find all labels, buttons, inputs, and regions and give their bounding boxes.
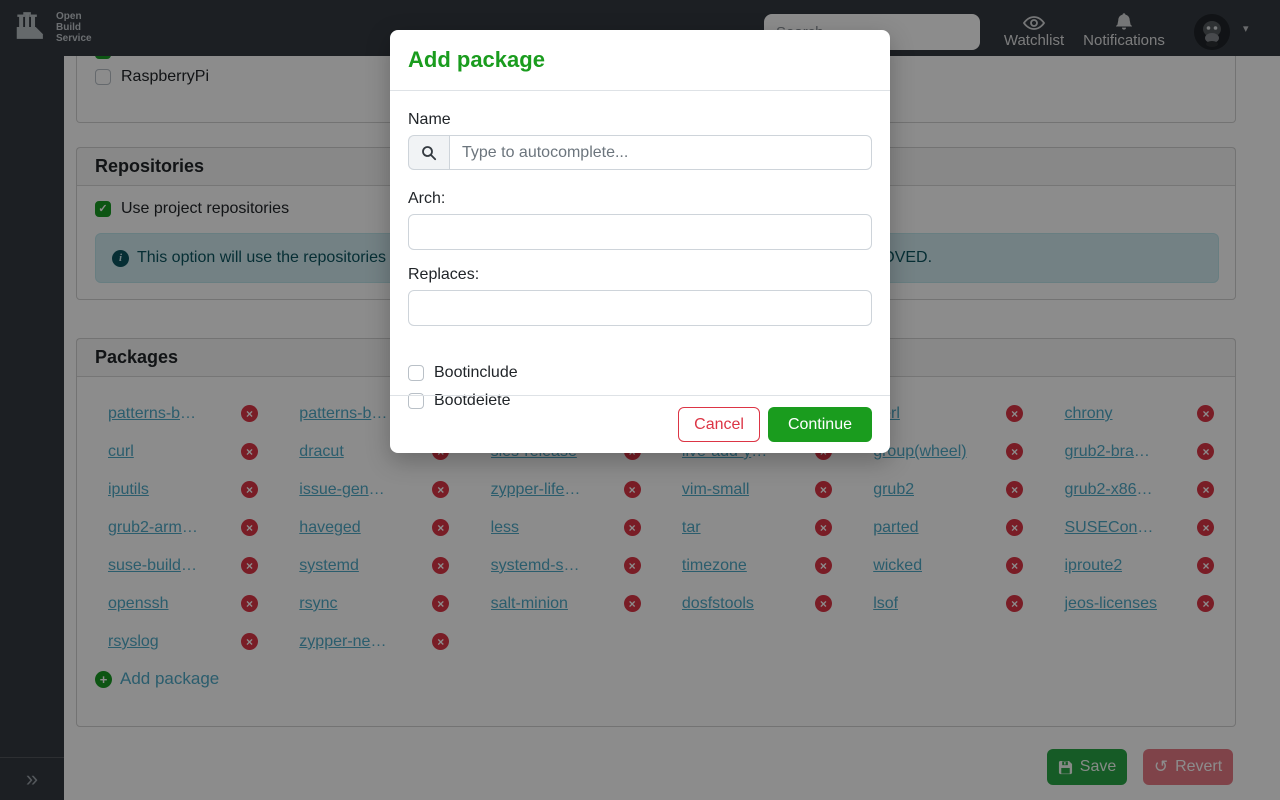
- arch-input[interactable]: [408, 214, 872, 250]
- modal-title: Add package: [408, 47, 545, 73]
- replaces-input[interactable]: [408, 290, 872, 326]
- replaces-label: Replaces:: [408, 266, 872, 284]
- arch-label: Arch:: [408, 190, 872, 208]
- bootinclude-label: Bootinclude: [434, 364, 518, 382]
- modal-footer: Cancel Continue: [390, 395, 890, 453]
- name-input-group: [408, 135, 872, 170]
- package-name-input[interactable]: [449, 135, 872, 170]
- modal-body: Name Arch: Replaces: ✓ Bootinclude ✓ Boo…: [390, 91, 890, 410]
- search-icon: [408, 135, 449, 170]
- cancel-button[interactable]: Cancel: [678, 407, 760, 442]
- bootinclude-checkbox[interactable]: ✓: [408, 365, 424, 381]
- add-package-modal: Add package Name Arch: Replaces: ✓ Booti…: [390, 30, 890, 453]
- continue-button[interactable]: Continue: [768, 407, 872, 442]
- bootinclude-row: ✓ Bootinclude: [408, 364, 872, 382]
- name-label: Name: [408, 111, 872, 129]
- modal-header: Add package: [390, 30, 890, 91]
